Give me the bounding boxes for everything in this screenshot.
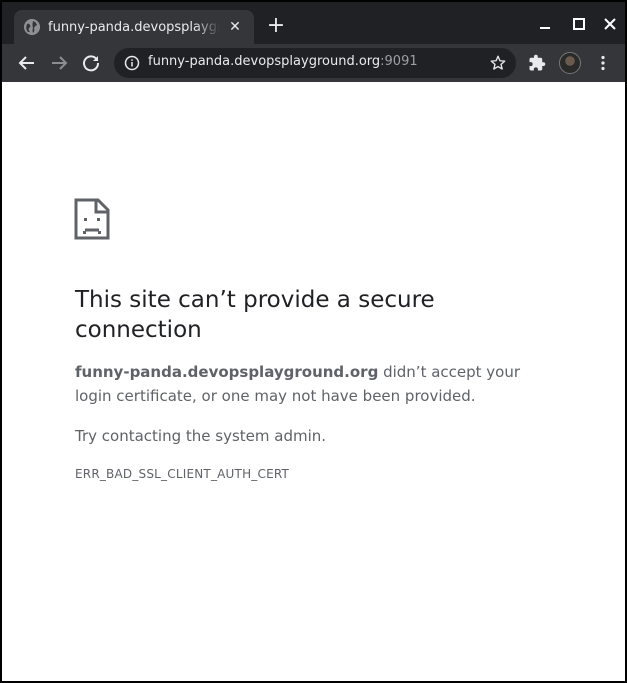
tab-title: funny-panda.devopsplayground.org — [48, 19, 220, 35]
error-code: ERR_BAD_SSL_CLIENT_AUTH_CERT — [75, 467, 290, 481]
tab-strip: funny-panda.devopsplayground.org ✕ + — [2, 2, 625, 44]
new-tab-button[interactable]: + — [264, 14, 288, 38]
forward-arrow-icon[interactable] — [47, 51, 71, 75]
minimize-icon[interactable] — [533, 12, 557, 36]
url-host: funny-panda.devopsplayground.org — [148, 54, 381, 69]
browser-toolbar: funny-panda.devopsplayground.org:9091 — [2, 44, 625, 82]
extensions-puzzle-icon[interactable] — [528, 54, 546, 72]
globe-icon — [24, 19, 40, 35]
url-port: :9091 — [380, 54, 418, 69]
back-arrow-icon[interactable] — [15, 51, 39, 75]
kebab-menu-icon[interactable] — [594, 54, 612, 72]
maximize-icon[interactable] — [567, 12, 591, 36]
error-heading: This site can’t provide a secure connect… — [75, 287, 435, 343]
browser-window: funny-panda.devopsplayground.org ✕ + — [0, 0, 627, 683]
window-close-icon[interactable] — [598, 12, 622, 36]
address-bar[interactable]: funny-panda.devopsplayground.org:9091 — [114, 48, 516, 78]
tab-close-icon[interactable]: ✕ — [226, 19, 244, 35]
error-host: funny-panda.devopsplayground.org — [75, 363, 379, 381]
profile-avatar[interactable] — [559, 52, 581, 74]
sad-page-icon — [74, 198, 110, 240]
info-icon[interactable] — [124, 55, 140, 71]
error-suggestion: Try contacting the system admin. — [75, 427, 327, 445]
url-text[interactable]: funny-panda.devopsplayground.org:9091 — [148, 54, 418, 69]
error-description: funny-panda.devopsplayground.org didn’t … — [75, 360, 545, 408]
browser-tab[interactable]: funny-panda.devopsplayground.org ✕ — [14, 10, 254, 44]
page-content: This site can’t provide a secure connect… — [2, 82, 625, 681]
bookmark-star-icon[interactable] — [489, 54, 507, 72]
reload-icon[interactable] — [79, 51, 103, 75]
